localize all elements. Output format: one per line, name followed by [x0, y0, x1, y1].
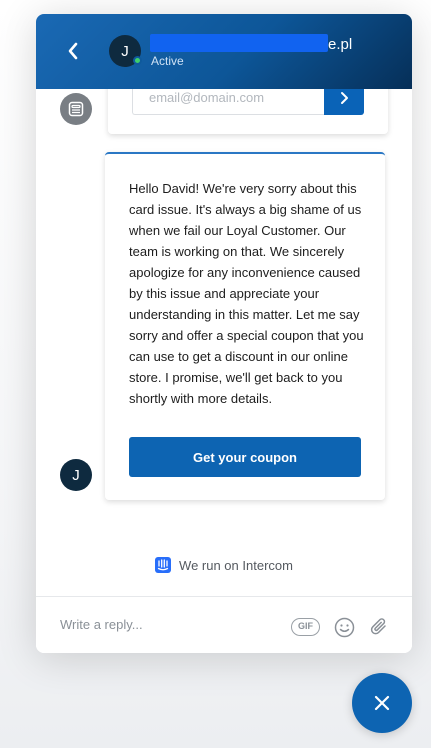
reply-input[interactable] [60, 613, 280, 635]
gif-button[interactable]: GIF [291, 618, 320, 636]
emoji-icon[interactable] [334, 617, 355, 638]
chevron-right-icon [341, 91, 348, 104]
agent-status: Active [151, 54, 184, 68]
get-coupon-button[interactable]: Get your coupon [129, 437, 361, 477]
agent-name-suffix: e.pl [328, 36, 353, 53]
messenger-window: J e.pl Active Hello David! We're very so… [36, 14, 412, 653]
intercom-icon [155, 557, 172, 573]
bot-avatar [60, 93, 92, 125]
message-bubble: Hello David! We're very sorry about this… [105, 152, 385, 500]
chevron-left-icon [68, 42, 78, 60]
close-messenger-button[interactable] [352, 673, 412, 733]
paperclip-icon[interactable] [369, 616, 389, 638]
message-author-avatar: J [60, 459, 92, 491]
powered-by-link[interactable]: We run on Intercom [36, 556, 412, 574]
close-icon [374, 695, 390, 711]
redacted-name [150, 34, 328, 52]
back-button[interactable] [63, 39, 83, 63]
online-status-dot [133, 56, 142, 65]
reply-composer: GIF [36, 596, 412, 653]
message-text: Hello David! We're very sorry about this… [129, 181, 364, 406]
bot-icon [68, 101, 84, 117]
conversation-header: J e.pl Active [36, 14, 412, 89]
powered-by-text: We run on Intercom [179, 557, 293, 573]
